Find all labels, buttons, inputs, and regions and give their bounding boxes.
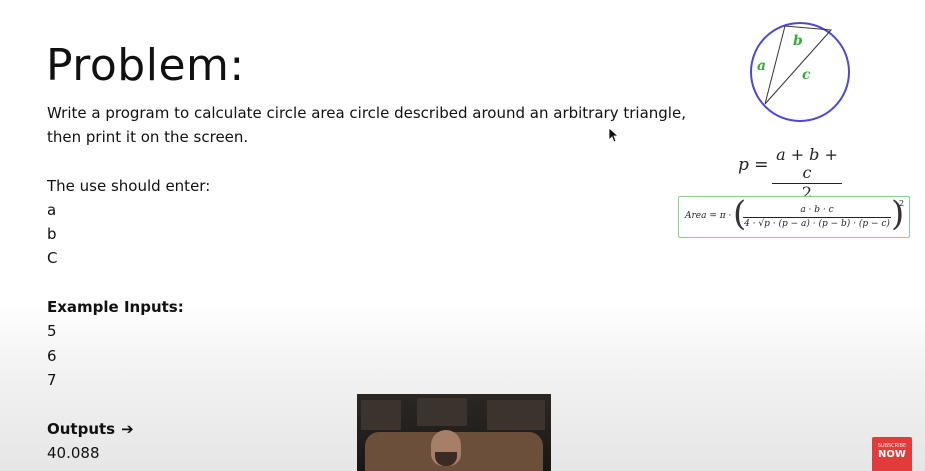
subscribe-big-label: NOW xyxy=(878,449,906,460)
area-formula-fraction: a · b · c 4 · √p · (p − a) · (p − b) · (… xyxy=(743,205,891,230)
circle-triangle-diagram: a b c xyxy=(750,22,850,122)
formula-p-lhs: p = xyxy=(738,155,769,175)
background-shelf xyxy=(487,400,545,430)
side-label-b: b xyxy=(793,33,803,49)
right-arrow-icon: ➔ xyxy=(121,420,134,438)
subscribe-now-button[interactable]: SUBSCRIBE NOW xyxy=(872,437,912,471)
area-formula-box: Area = π · ( a · b · c 4 · √p · (p − a) … xyxy=(678,194,910,238)
area-formula-numerator: a · b · c xyxy=(743,205,891,218)
semi-perimeter-formula: p = a + b + c 2 xyxy=(738,146,848,202)
mouse-cursor-icon xyxy=(608,127,618,143)
subscribe-small-label: SUBSCRIBE xyxy=(877,443,907,449)
example-value-2: 6 xyxy=(47,347,57,365)
area-formula-denominator: 4 · √p · (p − a) · (p − b) · (p − c) xyxy=(744,219,890,229)
output-value: 40.088 xyxy=(47,444,100,462)
presenter-video-overlay[interactable] xyxy=(357,394,551,471)
input-item-c: C xyxy=(47,249,58,267)
input-item-b: b xyxy=(47,225,57,243)
area-formula-exponent: 2 xyxy=(899,199,905,208)
description-line-2: then print it on the screen. xyxy=(47,128,249,146)
background-shelf xyxy=(361,400,401,430)
slide-title: Problem: xyxy=(46,40,245,91)
formula-p-numerator: a + b + c xyxy=(772,146,842,184)
background-shelf xyxy=(417,398,467,426)
description-line-1: Write a program to calculate circle area… xyxy=(47,104,686,122)
input-item-a: a xyxy=(47,201,57,219)
outputs-heading: Outputs ➔ xyxy=(47,419,134,439)
side-label-c: c xyxy=(802,67,811,83)
formula-p-fraction: a + b + c 2 xyxy=(772,146,842,202)
inputs-heading: The use should enter: xyxy=(47,177,211,195)
outputs-heading-label: Outputs xyxy=(47,420,116,438)
example-value-1: 5 xyxy=(47,322,57,340)
area-formula-lhs: Area = π · xyxy=(685,211,732,221)
example-value-3: 7 xyxy=(47,371,57,389)
side-label-a: a xyxy=(757,58,766,74)
example-inputs-heading: Example Inputs: xyxy=(47,298,184,316)
